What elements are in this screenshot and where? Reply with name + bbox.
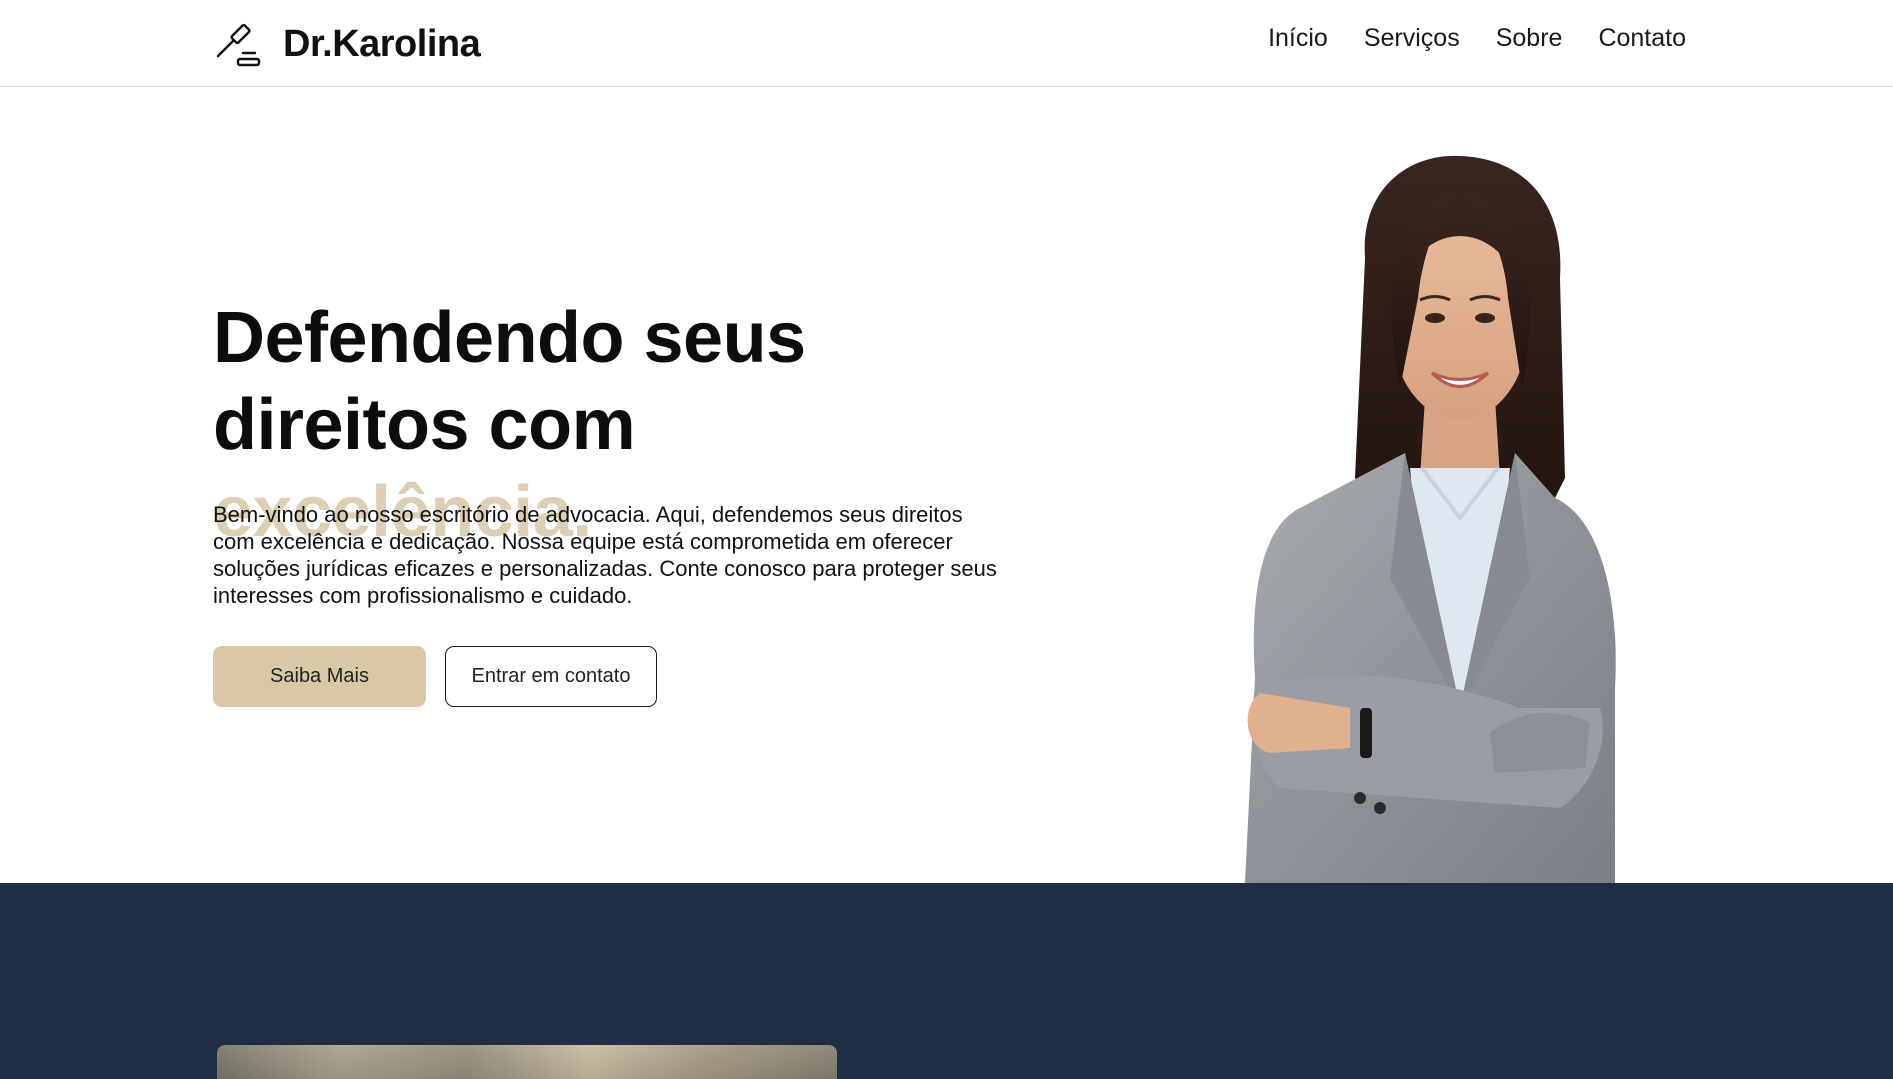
- nav-item-inicio[interactable]: Início: [1268, 24, 1328, 53]
- hero-section: Defendendo seus direitos com excelência.…: [0, 88, 1893, 883]
- hero-description: Bem-vindo ao nosso escritório de advocac…: [213, 502, 997, 608]
- learn-more-button[interactable]: Saiba Mais: [213, 646, 426, 707]
- site-header: Dr.Karolina Início Serviços Sobre Contat…: [0, 0, 1893, 87]
- hero-title-text: Defendendo seus direitos com: [213, 298, 806, 465]
- nav-item-sobre[interactable]: Sobre: [1496, 24, 1563, 53]
- gavel-icon: [216, 23, 261, 67]
- about-section: [0, 883, 1893, 1079]
- photo-overlay: [217, 1045, 837, 1079]
- contact-button[interactable]: Entrar em contato: [445, 646, 657, 707]
- logo-link[interactable]: Dr.Karolina: [213, 18, 481, 70]
- office-photo: [217, 1045, 837, 1079]
- nav-item-contato[interactable]: Contato: [1598, 24, 1686, 53]
- nav-item-servicos[interactable]: Serviços: [1364, 24, 1460, 53]
- main-nav: Início Serviços Sobre Contato: [1268, 24, 1686, 53]
- lawyer-portrait: [1245, 155, 1616, 883]
- brand-name: Dr.Karolina: [283, 22, 481, 65]
